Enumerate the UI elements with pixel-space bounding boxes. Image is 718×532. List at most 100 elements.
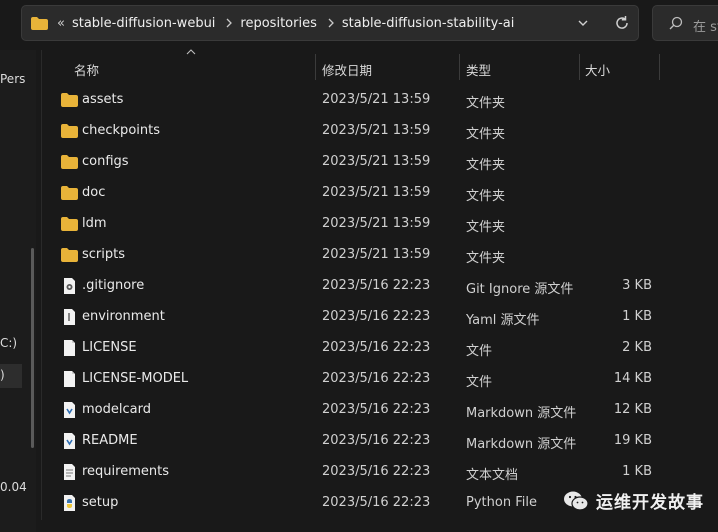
folder-icon [61,154,78,170]
file-size: 19 KB [613,433,652,448]
chevron-right-icon [328,18,334,28]
file-row[interactable]: scripts 2023/5/21 13:59 文件夹 [42,240,718,271]
column-divider[interactable] [579,54,580,80]
nav-item-label[interactable]: Pers [0,72,25,86]
chevron-down-icon[interactable] [577,17,589,29]
file-row[interactable]: environment 2023/5/16 22:23 Yaml 源文件 1 K… [42,302,718,333]
file-row[interactable]: README 2023/5/16 22:23 Markdown 源文件 19 K… [42,426,718,457]
file-date: 2023/5/16 22:23 [322,340,431,355]
file-size: 3 KB [622,278,652,293]
column-header-size[interactable]: 大小 [585,60,610,79]
file-name: assets [82,92,124,107]
column-divider[interactable] [315,54,316,80]
file-type: Python File [466,495,537,510]
file-type: Markdown 源文件 [466,437,577,452]
file-size: 2 KB [622,340,652,355]
folder-icon [61,92,78,108]
file-name: README [82,433,138,448]
file-date: 2023/5/21 13:59 [322,216,431,231]
file-row[interactable]: configs 2023/5/21 13:59 文件夹 [42,147,718,178]
file-name: checkpoints [82,123,160,138]
file-size: 12 KB [613,402,652,417]
file-size: 1 KB [622,464,652,479]
python-file-icon [61,495,78,511]
search-box[interactable]: 在 st [652,5,718,41]
address-bar[interactable]: « stable-diffusion-webui repositories st… [21,5,639,41]
file-name: ldm [82,216,107,231]
file-date: 2023/5/21 13:59 [322,185,431,200]
file-date: 2023/5/16 22:23 [322,433,431,448]
file-type: 文件夹 [466,220,506,235]
file-date: 2023/5/21 13:59 [322,123,431,138]
file-date: 2023/5/16 22:23 [322,278,431,293]
file-type: 文件夹 [466,158,506,173]
folder-icon [61,123,78,139]
file-row[interactable]: assets 2023/5/21 13:59 文件夹 [42,85,718,116]
nav-scrollbar[interactable] [31,248,34,448]
file-name: .gitignore [82,278,145,293]
nav-item-label[interactable]: 0.04 [0,480,27,494]
markdown-file-icon [61,433,78,449]
file-row[interactable]: LICENSE-MODEL 2023/5/16 22:23 文件 14 KB [42,364,718,395]
file-date: 2023/5/21 13:59 [322,154,431,169]
wechat-icon [564,491,589,511]
file-type: Markdown 源文件 [466,406,577,421]
markdown-file-icon [61,402,78,418]
file-type: 文件夹 [466,127,506,142]
file-type: 文件 [466,375,493,390]
file-date: 2023/5/16 22:23 [322,371,431,386]
file-date: 2023/5/16 22:23 [322,495,431,510]
file-name: LICENSE-MODEL [82,371,189,386]
folder-icon [61,216,78,232]
text-file-icon [61,464,78,480]
column-header-row: 名称 修改日期 类型 大小 [42,49,718,82]
file-row[interactable]: .gitignore 2023/5/16 22:23 Git Ignore 源文… [42,271,718,302]
file-name: configs [82,154,129,169]
file-date: 2023/5/16 22:23 [322,464,431,479]
file-name: scripts [82,247,125,262]
folder-icon [61,185,78,201]
breadcrumb-item[interactable]: stable-diffusion-webui [72,16,215,31]
file-date: 2023/5/16 22:23 [322,402,431,417]
file-row[interactable]: ldm 2023/5/21 13:59 文件夹 [42,209,718,240]
blank-file-icon [61,340,78,356]
file-date: 2023/5/21 13:59 [322,247,431,262]
file-date: 2023/5/21 13:59 [322,92,431,107]
watermark: 运维开发故事 [563,488,704,513]
folder-icon [61,247,78,263]
file-type: 文本文档 [466,468,519,483]
file-date: 2023/5/16 22:23 [322,309,431,324]
column-header-type[interactable]: 类型 [466,60,491,79]
file-row[interactable]: LICENSE 2023/5/16 22:23 文件 2 KB [42,333,718,364]
file-type: 文件夹 [466,96,506,111]
search-icon [669,16,683,30]
file-type: Git Ignore 源文件 [466,282,574,297]
file-row[interactable]: doc 2023/5/21 13:59 文件夹 [42,178,718,209]
file-row[interactable]: requirements 2023/5/16 22:23 文本文档 1 KB [42,457,718,488]
file-name: environment [82,309,165,324]
column-header-date[interactable]: 修改日期 [322,60,372,79]
breadcrumb-item[interactable]: stable-diffusion-stability-ai [342,16,514,31]
file-row[interactable]: checkpoints 2023/5/21 13:59 文件夹 [42,116,718,147]
file-row[interactable]: modelcard 2023/5/16 22:23 Markdown 源文件 1… [42,395,718,426]
column-divider[interactable] [659,54,660,80]
file-size: 14 KB [613,371,652,386]
nav-item-label[interactable]: ) [0,368,5,382]
yaml-file-icon [61,309,78,325]
column-header-name[interactable]: 名称 [74,60,99,79]
sort-ascending-icon [186,49,196,55]
search-input[interactable]: 在 st [693,16,718,35]
file-name: LICENSE [82,340,137,355]
chevron-right-icon [226,18,233,28]
nav-item-label[interactable]: C:) [0,336,17,350]
file-type: 文件 [466,344,493,359]
file-type: 文件夹 [466,251,506,266]
column-divider[interactable] [459,54,460,80]
file-type: 文件夹 [466,189,506,204]
breadcrumb-overflow[interactable]: « [57,16,65,31]
folder-icon [31,16,48,30]
file-type: Yaml 源文件 [466,313,540,328]
refresh-icon[interactable] [613,14,631,32]
blank-file-icon [61,371,78,387]
breadcrumb-item[interactable]: repositories [240,16,316,31]
